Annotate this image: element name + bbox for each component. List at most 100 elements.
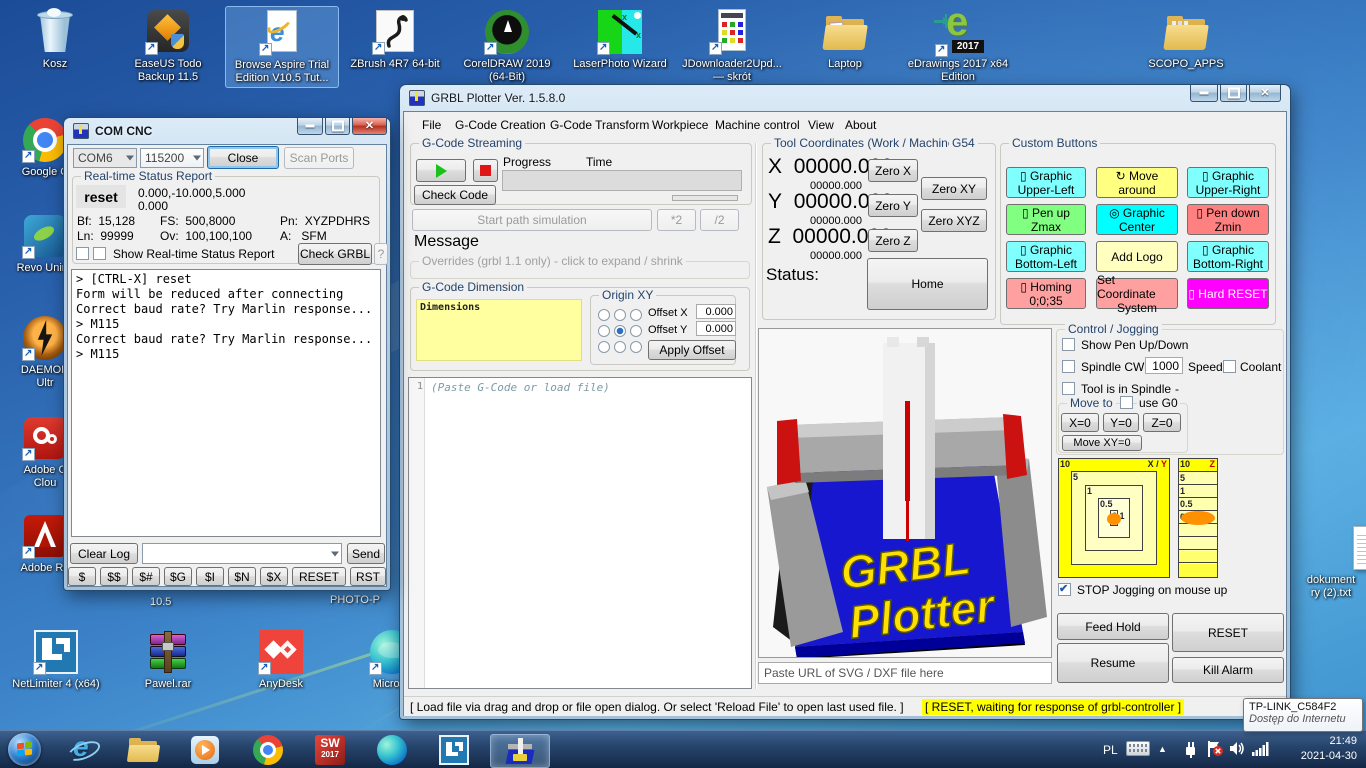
status-report-checkbox-2[interactable] [93,247,106,260]
close-button[interactable]: ✕ [1249,85,1281,102]
origin-radio-6[interactable] [630,325,642,337]
cmd-x-button[interactable]: $X [260,567,288,586]
desktop-icon-netlimiter[interactable]: NetLimiter 4 (x64) [0,628,112,691]
cmd-dollar-button[interactable]: $ [68,567,96,586]
kill-alarm-button[interactable]: Kill Alarm [1172,657,1284,683]
move-x0-button[interactable]: X=0 [1061,413,1099,432]
custom-move-around[interactable]: ↻ Movearound [1096,167,1178,198]
start-path-simulation-button[interactable]: Start path simulation [412,209,652,231]
serial-log[interactable]: > [CTRL-X] reset Form will be reduced af… [71,269,381,537]
custom-pen-down[interactable]: ▯ Pen downZmin [1187,204,1269,235]
move-z0-button[interactable]: Z=0 [1143,413,1181,432]
jog-xy-pad[interactable]: 10 X / Y 5 1 0.5 0.1 [1058,458,1170,578]
desktop-icon-laserphoto[interactable]: x x LaserPhoto Wizard [564,8,676,71]
maximize-button[interactable] [325,118,350,135]
desktop-icon-laptop[interactable]: Laptop [789,8,901,71]
keyboard-icon[interactable] [1126,741,1150,756]
custom-graphic-bottom-left[interactable]: ▯ GraphicBottom-Left [1006,241,1086,272]
desktop-icon-scopo[interactable]: SCOPO_APPS [1130,8,1242,71]
jog-z-handle[interactable] [1181,511,1215,525]
origin-radio-8[interactable] [614,341,626,353]
menu-gcode-transform[interactable]: G-Code Transform [550,118,649,132]
custom-set-coordinate-system[interactable]: Set CoordinateSystem [1096,278,1178,309]
com-title-bar[interactable]: COM CNC ✕ [64,118,390,144]
volume-icon[interactable] [1229,741,1246,759]
stream-start-button[interactable] [416,159,466,182]
show-pen-updown-checkbox[interactable] [1062,338,1075,351]
taskbar-explorer-button[interactable] [118,734,170,766]
custom-graphic-center[interactable]: ◎ GraphicCenter [1096,204,1178,235]
taskbar-solidworks-button[interactable]: SW 2017 [304,734,356,766]
overrides-group[interactable]: Overrides (grbl 1.1 only) - click to exp… [410,261,750,279]
network-icon[interactable] [1252,742,1270,759]
taskbar-netlimiter-button[interactable] [428,734,480,766]
desktop-icon-aspire[interactable]: e Browse Aspire TrialEdition V10.5 Tut..… [225,6,339,88]
language-indicator[interactable]: PL [1103,743,1118,757]
sim-speed-half-button[interactable]: /2 [700,209,739,231]
cmd-rst-button[interactable]: RST [350,567,386,586]
check-grbl-button[interactable]: Check GRBL [298,243,372,265]
menu-workpiece[interactable]: Workpiece [652,118,708,132]
speed-slider[interactable] [672,195,738,201]
gcode-editor[interactable]: 1 (Paste G-Code or load file) [408,377,752,689]
custom-homing[interactable]: ▯ Homing0;0;35 [1006,278,1086,309]
custom-graphic-bottom-right[interactable]: ▯ GraphicBottom-Right [1187,241,1269,272]
origin-radio-1[interactable] [598,309,610,321]
desktop-icon-jdownloader[interactable]: JDownloader2Upd...— skrót [676,8,788,84]
grbl-title-bar[interactable]: GRBL Plotter Ver. 1.5.8.0 ✕ [400,85,1290,111]
desktop-icon-easeus[interactable]: EaseUS TodoBackup 11.5 [112,8,224,84]
taskbar-ie-button[interactable]: e [56,734,108,766]
check-code-button[interactable]: Check Code [414,185,496,205]
menu-view[interactable]: View [808,118,834,132]
custom-pen-up[interactable]: ▯ Pen upZmax [1006,204,1086,235]
resume-button[interactable]: Resume [1057,643,1169,683]
spindle-speed-input[interactable]: 1000 [1145,357,1183,374]
cmd-dollars-button[interactable]: $$ [100,567,128,586]
zero-xyz-button[interactable]: Zero XYZ [921,209,987,232]
clock[interactable]: 21:49 2021-04-30 [1285,734,1357,764]
minimize-button[interactable] [1190,85,1218,102]
zero-xy-button[interactable]: Zero XY [921,177,987,200]
taskbar-edge-button[interactable] [366,734,418,766]
offset-x-input[interactable]: 0.000 [696,304,736,319]
minimize-button[interactable] [297,118,323,135]
close-port-button[interactable]: Close [207,146,279,169]
baud-rate-select[interactable]: 115200 [140,148,204,168]
origin-radio-2[interactable] [614,309,626,321]
coolant-checkbox[interactable] [1223,360,1236,373]
origin-radio-7[interactable] [598,341,610,353]
origin-radio-9[interactable] [630,341,642,353]
menu-gcode-creation[interactable]: G-Code Creation [455,118,546,132]
origin-radio-4[interactable] [598,325,610,337]
cmd-g-button[interactable]: $G [164,567,192,586]
spindle-cw-checkbox[interactable] [1062,360,1075,373]
zero-y-button[interactable]: Zero Y [868,194,918,217]
clear-log-button[interactable]: Clear Log [70,543,138,564]
home-button[interactable]: Home [867,258,988,310]
send-button[interactable]: Send [347,543,385,564]
desktop-icon-rar[interactable]: Pawel.rar [112,628,224,691]
action-center-icon[interactable] [1205,740,1225,761]
stream-stop-button[interactable] [473,159,498,182]
move-xy0-button[interactable]: Move XY=0 [1062,435,1142,451]
close-button[interactable]: ✕ [352,118,387,135]
feed-hold-button[interactable]: Feed Hold [1057,613,1169,640]
menu-about[interactable]: About [845,118,876,132]
taskbar-grbl-button[interactable] [490,734,550,768]
tool-in-spindle-checkbox[interactable] [1062,382,1075,395]
custom-graphic-upper-right[interactable]: ▯ GraphicUpper-Right [1187,167,1269,198]
jog-xy-handle[interactable] [1107,513,1121,525]
move-y0-button[interactable]: Y=0 [1103,413,1139,432]
use-g0-checkbox[interactable] [1120,396,1133,409]
origin-radio-5-selected[interactable] [614,325,626,337]
command-combo[interactable] [142,543,342,564]
menu-machine-control[interactable]: Machine control [715,118,800,132]
custom-add-logo[interactable]: Add Logo [1096,241,1178,272]
com-port-select[interactable]: COM6 [73,148,137,168]
menu-file[interactable]: File [422,118,441,132]
desktop-icon-kosz[interactable]: Kosz [0,8,111,71]
desktop-icon-anydesk[interactable]: AnyDesk [225,628,337,691]
cmd-hash-button[interactable]: $# [132,567,160,586]
taskbar-chrome-button[interactable] [242,734,294,766]
status-report-checkbox-1[interactable] [76,247,89,260]
